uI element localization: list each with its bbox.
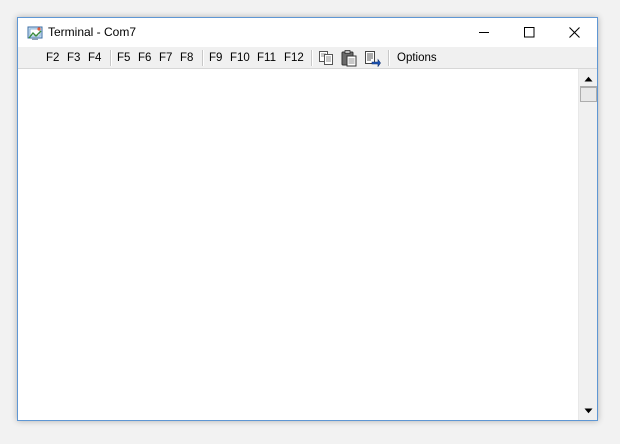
window-title: Terminal - Com7	[48, 25, 137, 39]
maximize-button[interactable]	[507, 18, 552, 47]
toolbar-separator	[202, 50, 204, 66]
scroll-up-button[interactable]	[580, 70, 597, 87]
close-icon	[569, 27, 580, 38]
paste-icon[interactable]	[340, 49, 358, 67]
close-button[interactable]	[552, 18, 597, 47]
f6-button[interactable]: F6	[138, 51, 151, 65]
f10-button[interactable]: F10	[230, 51, 250, 65]
terminal-app-icon	[27, 26, 43, 40]
f12-button[interactable]: F12	[284, 51, 304, 65]
desktop-background: Terminal - Com7 F2 F3 F4 F5 F6 F7 F8 F9 …	[0, 0, 620, 444]
toolbar-separator	[311, 50, 313, 66]
paste-special-icon[interactable]	[363, 49, 381, 67]
maximize-icon	[524, 27, 535, 38]
options-button[interactable]: Options	[397, 51, 437, 65]
arrow-up-icon	[584, 76, 593, 81]
f11-button[interactable]: F11	[257, 51, 276, 65]
f5-button[interactable]: F5	[117, 51, 130, 65]
f9-button[interactable]: F9	[209, 51, 222, 65]
terminal-output-area[interactable]	[18, 69, 578, 420]
function-key-toolbar: F2 F3 F4 F5 F6 F7 F8 F9 F10 F11 F12 Opti…	[18, 47, 597, 69]
f8-button[interactable]: F8	[180, 51, 193, 65]
toolbar-separator	[388, 50, 390, 66]
f7-button[interactable]: F7	[159, 51, 172, 65]
vertical-scrollbar[interactable]	[578, 69, 597, 420]
scroll-down-button[interactable]	[580, 402, 597, 419]
copy-icon[interactable]	[317, 49, 335, 67]
title-bar[interactable]: Terminal - Com7	[18, 18, 597, 47]
toolbar-separator	[110, 50, 112, 66]
terminal-window: Terminal - Com7 F2 F3 F4 F5 F6 F7 F8 F9 …	[17, 17, 598, 421]
arrow-down-icon	[584, 408, 593, 413]
minimize-icon	[479, 32, 489, 33]
f2-button[interactable]: F2	[46, 51, 59, 65]
f3-button[interactable]: F3	[67, 51, 80, 65]
f4-button[interactable]: F4	[88, 51, 101, 65]
scroll-thumb[interactable]	[580, 87, 597, 102]
minimize-button[interactable]	[462, 18, 507, 47]
